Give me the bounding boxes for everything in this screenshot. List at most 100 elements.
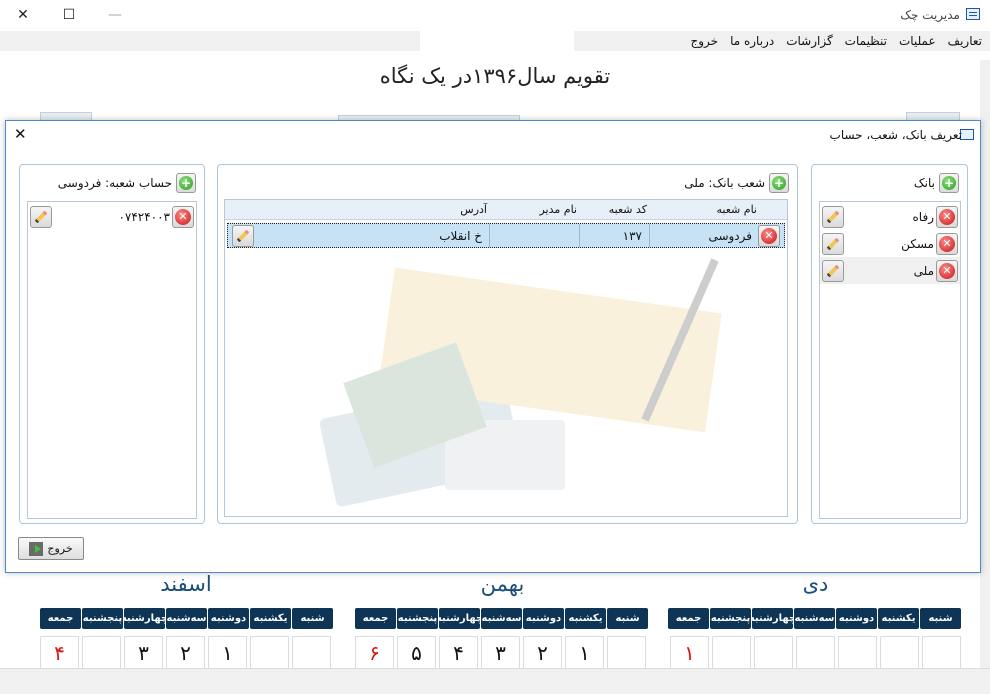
weekday-header: جمعه bbox=[668, 608, 709, 629]
day-cell[interactable]: ۵ bbox=[397, 636, 436, 670]
weekday-header: یکشنبه bbox=[250, 608, 291, 629]
account-list[interactable]: ✕ ۰۷۴۲۴۰۰۳ bbox=[27, 201, 197, 519]
day-cell[interactable] bbox=[250, 636, 289, 670]
column-header[interactable]: نام مدیر bbox=[539, 203, 577, 216]
menu-item-operations[interactable]: عملیات bbox=[899, 34, 936, 48]
day-cell[interactable]: ۱ bbox=[670, 636, 709, 670]
branch-code-cell: ۱۳۷ bbox=[622, 229, 642, 243]
close-window-button[interactable]: ✕ bbox=[0, 0, 46, 30]
menu-item-reports[interactable]: گزارشات bbox=[786, 34, 832, 48]
menu-item-exit[interactable]: خروج bbox=[690, 34, 718, 48]
weekday-header: جمعه bbox=[40, 608, 81, 629]
column-divider bbox=[489, 224, 490, 247]
day-cell[interactable]: ۳ bbox=[481, 636, 520, 670]
status-bar bbox=[0, 668, 990, 694]
delete-button[interactable]: ✕ bbox=[936, 232, 958, 255]
weekday-header: پنجشنبه bbox=[710, 608, 751, 629]
window-title: مدیریت چک bbox=[900, 8, 960, 22]
delete-button[interactable]: ✕ bbox=[758, 225, 780, 247]
menu-item-definitions[interactable]: تعاریف bbox=[948, 34, 982, 48]
day-cell[interactable]: ۳ bbox=[124, 636, 163, 670]
dialog-close-button[interactable]: ✕ bbox=[14, 125, 27, 143]
edit-button[interactable] bbox=[232, 225, 254, 247]
list-item[interactable]: ✕ مسکن bbox=[820, 230, 960, 257]
day-cell[interactable] bbox=[292, 636, 331, 670]
maximize-window-button[interactable]: ☐ bbox=[46, 0, 92, 30]
edit-button[interactable] bbox=[822, 259, 844, 282]
weekday-header: چهارشنبه bbox=[752, 608, 793, 629]
list-item-selected[interactable]: ✕ ملی bbox=[820, 257, 960, 284]
bank-list[interactable]: ✕ رفاه ✕ مسکن ✕ ملی bbox=[819, 201, 961, 519]
menu-item-settings[interactable]: تنظیمات bbox=[845, 34, 887, 48]
pencil-icon bbox=[826, 264, 840, 277]
branch-panel-header: + شعب بانک: ملی bbox=[684, 173, 789, 193]
account-number: ۰۷۴۲۴۰۰۳ bbox=[118, 209, 170, 224]
day-cell[interactable]: ۶ bbox=[355, 636, 394, 670]
weekday-header: پنجشنبه bbox=[82, 608, 123, 629]
column-header[interactable]: آدرس bbox=[460, 203, 487, 216]
day-cell[interactable] bbox=[82, 636, 121, 670]
calendar-title: تقویم سال۱۳۹۶در یک نگاه bbox=[379, 64, 611, 88]
bank-panel: + بانک ✕ رفاه ✕ مسکن ✕ ملی bbox=[811, 164, 968, 524]
branch-table[interactable]: نام شعبه کد شعبه نام مدیر آدرس ✕ فردوسی … bbox=[224, 199, 788, 517]
weekday-header: سه‌شنبه bbox=[794, 608, 835, 629]
delete-button[interactable]: ✕ bbox=[172, 205, 194, 228]
dialog-title: تعریف بانک، شعب، حساب bbox=[829, 128, 962, 142]
day-cell[interactable]: ۲ bbox=[166, 636, 205, 670]
delete-button[interactable]: ✕ bbox=[936, 205, 958, 228]
table-header: نام شعبه کد شعبه نام مدیر آدرس bbox=[225, 200, 787, 220]
plus-icon: + bbox=[179, 176, 193, 190]
day-cell[interactable]: ۴ bbox=[40, 636, 79, 670]
plus-icon: + bbox=[942, 176, 956, 190]
day-cell[interactable] bbox=[754, 636, 793, 670]
bank-definition-dialog: ✕ تعریف بانک، شعب، حساب + بانک ✕ رفاه ✕ … bbox=[5, 120, 981, 573]
branch-panel-label: شعب بانک: ملی bbox=[684, 176, 765, 190]
delete-icon: ✕ bbox=[939, 262, 955, 279]
table-row[interactable]: ✕ فردوسی ۱۳۷ خ انقلاب bbox=[227, 223, 785, 248]
minimize-window-button[interactable]: — bbox=[92, 0, 138, 30]
day-cell[interactable] bbox=[796, 636, 835, 670]
exit-button[interactable]: خروج bbox=[18, 537, 84, 560]
column-header[interactable]: نام شعبه bbox=[717, 203, 757, 216]
edit-button[interactable] bbox=[30, 205, 52, 228]
add-account-button[interactable]: + bbox=[176, 173, 196, 193]
list-item[interactable]: ✕ ۰۷۴۲۴۰۰۳ bbox=[28, 203, 196, 230]
list-item[interactable]: ✕ رفاه bbox=[820, 203, 960, 230]
delete-icon: ✕ bbox=[939, 235, 955, 252]
column-header[interactable]: کد شعبه bbox=[609, 203, 647, 216]
bank-name: ملی bbox=[913, 263, 934, 278]
weekday-header: شنبه bbox=[920, 608, 961, 629]
edit-button[interactable] bbox=[822, 232, 844, 255]
weekday-header: دوشنبه bbox=[836, 608, 877, 629]
weekday-header: شنبه bbox=[292, 608, 333, 629]
weekday-header: پنجشنبه bbox=[397, 608, 438, 629]
edit-button[interactable] bbox=[822, 205, 844, 228]
day-cell[interactable] bbox=[880, 636, 919, 670]
weekday-header: یکشنبه bbox=[878, 608, 919, 629]
week-row: ۱ bbox=[670, 636, 965, 670]
weekday-header-row: جمعه پنجشنبه چهارشنبه سه‌شنبه دوشنبه یکش… bbox=[668, 608, 963, 632]
day-cell[interactable] bbox=[607, 636, 646, 670]
weekday-header: جمعه bbox=[355, 608, 396, 629]
day-cell[interactable]: ۲ bbox=[523, 636, 562, 670]
add-bank-button[interactable]: + bbox=[939, 173, 959, 193]
delete-button[interactable]: ✕ bbox=[936, 259, 958, 282]
branch-name-cell: فردوسی bbox=[708, 229, 752, 243]
app-icon bbox=[966, 8, 980, 20]
add-branch-button[interactable]: + bbox=[769, 173, 789, 193]
day-cell[interactable]: ۱ bbox=[565, 636, 604, 670]
pencil-icon bbox=[34, 210, 48, 223]
main-scrollbar[interactable] bbox=[980, 60, 990, 668]
day-cell[interactable] bbox=[922, 636, 961, 670]
day-cell[interactable]: ۴ bbox=[439, 636, 478, 670]
day-cell[interactable] bbox=[838, 636, 877, 670]
address-cell: خ انقلاب bbox=[439, 229, 482, 243]
account-panel-label: حساب شعبه: فردوسی bbox=[57, 176, 172, 190]
day-cell[interactable] bbox=[712, 636, 751, 670]
weekday-header: سه‌شنبه bbox=[481, 608, 522, 629]
menu-item-about[interactable]: درباره ما bbox=[730, 34, 774, 48]
day-cell[interactable]: ۱ bbox=[208, 636, 247, 670]
bank-panel-header: + بانک bbox=[914, 173, 959, 193]
exit-door-icon bbox=[29, 541, 44, 556]
account-panel: + حساب شعبه: فردوسی ✕ ۰۷۴۲۴۰۰۳ bbox=[19, 164, 205, 524]
